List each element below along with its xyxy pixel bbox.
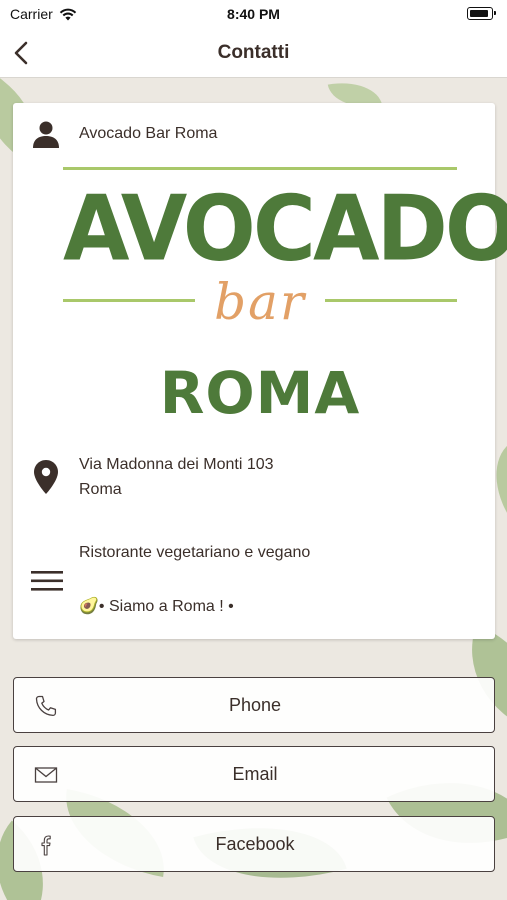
menu-icon — [31, 571, 63, 591]
name-row: Avocado Bar Roma — [13, 119, 495, 149]
navigation-bar: Contatti — [0, 28, 507, 78]
phone-button-label: Phone — [228, 695, 282, 715]
address-city: Roma — [79, 481, 122, 498]
address-row[interactable]: Via Madonna dei Monti 103 Roma — [13, 453, 495, 505]
status-bar: Carrier 8:40 PM — [0, 0, 507, 28]
location-pin-icon — [34, 460, 58, 494]
email-button-label: Email — [232, 764, 278, 784]
address-street: Via Madonna dei Monti 103 — [79, 456, 274, 473]
business-name: Avocado Bar Roma — [79, 125, 218, 142]
status-time: 8:40 PM — [227, 6, 280, 22]
battery-icon — [467, 7, 496, 20]
facebook-button-label: Facebook — [215, 834, 295, 854]
description-row: Ristorante vegetariano e vegano 🥑• Siamo… — [13, 541, 495, 621]
description-text: Ristorante vegetariano e vegano — [79, 544, 311, 561]
avocado-bar-logo: AVOCADO bar ROMA — [63, 165, 507, 427]
phone-button[interactable]: Phone — [13, 677, 495, 733]
page-title: Contatti — [217, 42, 290, 63]
contact-card: Avocado Bar Roma AVOCADO bar ROMA Via Ma… — [13, 103, 507, 639]
email-button[interactable]: Email — [13, 746, 495, 802]
facebook-button[interactable]: Facebook — [13, 816, 495, 872]
person-icon — [33, 121, 59, 148]
description-tagline: 🥑• Siamo a Roma ! • — [79, 598, 234, 615]
